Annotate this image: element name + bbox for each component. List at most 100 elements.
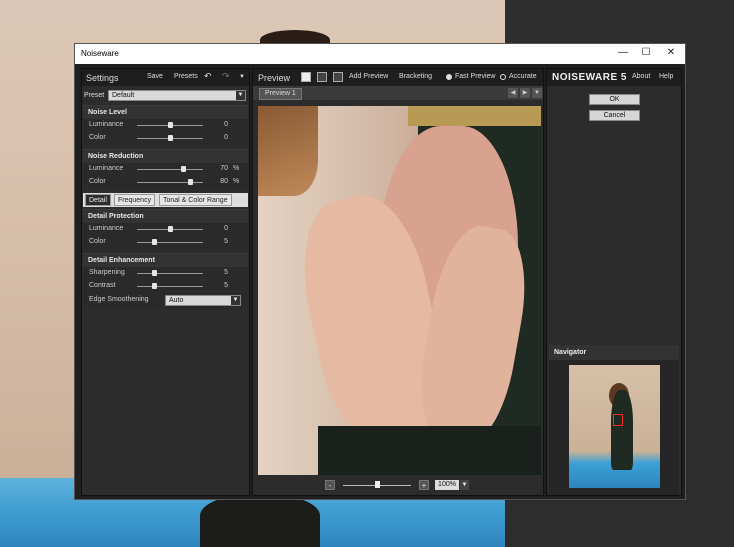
cancel-button[interactable]: Cancel xyxy=(589,110,640,121)
chevron-down-icon[interactable]: ▼ xyxy=(239,74,245,80)
fast-preview-label: Fast Preview xyxy=(455,73,496,80)
preview-title: Preview xyxy=(258,73,291,83)
settings-title: Settings xyxy=(86,73,119,83)
slider-label: Color xyxy=(89,238,106,245)
slider-label: Color xyxy=(89,134,106,141)
slider-value[interactable]: 0 xyxy=(208,225,228,232)
tab-frequency[interactable]: Frequency xyxy=(114,194,156,206)
chevron-left-icon[interactable]: ◀ xyxy=(508,88,518,98)
chevron-down-icon[interactable]: ▼ xyxy=(532,88,542,98)
slider-track[interactable] xyxy=(137,273,203,274)
preview-tabs: Preview 1 ◀ ▶ ▼ xyxy=(253,86,543,100)
group-title: Detail Enhancement xyxy=(83,254,248,267)
preset-row: Preset Default ▼ xyxy=(82,89,249,103)
slider-track[interactable] xyxy=(137,182,203,183)
split-horizontal-icon[interactable] xyxy=(317,72,327,82)
tab-detail[interactable]: Detail xyxy=(85,194,111,206)
group-title: Noise Reduction xyxy=(83,150,248,163)
slider-row: Sharpening 5 xyxy=(83,267,248,280)
split-vertical-icon[interactable] xyxy=(333,72,343,82)
minimize-button[interactable]: — xyxy=(616,47,630,58)
brand-header: NOISEWARE 5 About Help xyxy=(547,69,681,86)
navigator-thumbnail[interactable] xyxy=(569,365,660,488)
slider-row: Color 5 xyxy=(83,236,248,249)
presets-button[interactable]: Presets xyxy=(174,73,198,80)
edge-smoothening-select[interactable]: Auto ▼ xyxy=(165,295,241,306)
slider-row: Luminance 0 xyxy=(83,223,248,236)
tab-preview-1[interactable]: Preview 1 xyxy=(259,88,302,100)
redo-icon[interactable]: ↷ xyxy=(222,71,230,82)
preview-image[interactable] xyxy=(258,106,541,476)
navigator-panel: Navigator xyxy=(549,345,679,495)
edge-smoothening-value: Auto xyxy=(169,297,184,304)
navigator-view-box[interactable] xyxy=(613,414,623,426)
slider-handle[interactable] xyxy=(181,166,187,172)
preview-panel: Preview Add Preview Bracketing Fast Prev… xyxy=(252,68,544,496)
slider-handle[interactable] xyxy=(151,283,157,289)
noiseware-window: Noiseware — ☐ ✕ Settings Save Presets ↶ … xyxy=(74,43,686,500)
zoom-slider-handle[interactable] xyxy=(375,481,380,488)
zoom-value[interactable]: 100% xyxy=(435,480,459,490)
chevron-down-icon[interactable]: ▼ xyxy=(460,480,469,490)
slider-row: Luminance 70% xyxy=(83,163,248,176)
slider-value[interactable]: 5 xyxy=(208,282,228,289)
fast-preview-radio[interactable] xyxy=(446,74,452,80)
about-button[interactable]: About xyxy=(632,73,650,80)
slider-track[interactable] xyxy=(137,169,203,170)
edge-smoothening-row: Edge Smoothening Auto ▼ xyxy=(83,293,248,309)
thumbnail-figure xyxy=(611,390,633,470)
single-view-icon[interactable] xyxy=(301,72,311,82)
slider-value[interactable]: 5 xyxy=(208,269,228,276)
slider-label: Color xyxy=(89,178,106,185)
zoom-out-button[interactable]: - xyxy=(325,480,335,490)
group-title: Noise Level xyxy=(83,106,248,119)
slider-unit: % xyxy=(233,178,240,185)
chevron-down-icon: ▼ xyxy=(236,91,245,100)
dress-embroidery xyxy=(408,106,541,126)
slider-value[interactable]: 70 xyxy=(208,165,228,172)
title-bar: Noiseware — ☐ ✕ xyxy=(75,44,685,64)
add-preview-button[interactable]: Add Preview xyxy=(349,73,388,80)
slider-handle[interactable] xyxy=(168,122,173,128)
preview-header: Preview Add Preview Bracketing Fast Prev… xyxy=(253,69,543,86)
settings-header: Settings Save Presets ↶ ↷ ▼ xyxy=(82,69,249,86)
slider-handle[interactable] xyxy=(187,179,193,185)
noise-reduction-group: Noise Reduction Luminance 70% Color 80% xyxy=(83,149,248,189)
slider-value[interactable]: 5 xyxy=(208,238,228,245)
noise-level-group: Noise Level Luminance 0 Color 0 xyxy=(83,105,248,145)
undo-icon[interactable]: ↶ xyxy=(204,71,212,82)
slider-value[interactable]: 0 xyxy=(208,121,228,128)
maximize-button[interactable]: ☐ xyxy=(639,47,653,58)
ok-button[interactable]: OK xyxy=(589,94,640,105)
slider-track[interactable] xyxy=(137,286,203,287)
action-panel: NOISEWARE 5 About Help OK Cancel Navigat… xyxy=(546,68,682,496)
accurate-radio[interactable] xyxy=(500,74,506,80)
slider-label: Luminance xyxy=(89,121,124,128)
slider-label: Contrast xyxy=(89,282,116,289)
detail-enhancement-group: Detail Enhancement Sharpening 5 Contrast 5 … xyxy=(83,253,248,309)
help-button[interactable]: Help xyxy=(659,73,673,80)
save-button[interactable]: Save xyxy=(147,73,163,80)
slider-handle[interactable] xyxy=(168,226,173,232)
slider-row: Color 80% xyxy=(83,176,248,189)
slider-handle[interactable] xyxy=(168,135,173,141)
bracketing-button[interactable]: Bracketing xyxy=(399,73,432,80)
tab-tonal-color-range[interactable]: Tonal & Color Range xyxy=(159,194,232,206)
slider-track[interactable] xyxy=(137,242,203,243)
close-button[interactable]: ✕ xyxy=(664,47,678,58)
settings-tabs: Detail Frequency Tonal & Color Range xyxy=(83,193,248,207)
preset-select[interactable]: Default ▼ xyxy=(108,90,246,101)
skirt xyxy=(318,426,541,476)
zoom-bar: - + 100% ▼ xyxy=(253,475,543,495)
navigator-title: Navigator xyxy=(549,345,679,360)
slider-label: Luminance xyxy=(89,165,124,172)
slider-handle[interactable] xyxy=(151,239,157,245)
zoom-in-button[interactable]: + xyxy=(419,480,429,490)
preset-label: Preset xyxy=(84,92,105,99)
chevron-right-icon[interactable]: ▶ xyxy=(520,88,530,98)
slider-value[interactable]: 80 xyxy=(208,178,228,185)
slider-row: Luminance 0 xyxy=(83,119,248,132)
slider-row: Contrast 5 xyxy=(83,280,248,293)
slider-value[interactable]: 0 xyxy=(208,134,228,141)
slider-handle[interactable] xyxy=(151,270,157,276)
